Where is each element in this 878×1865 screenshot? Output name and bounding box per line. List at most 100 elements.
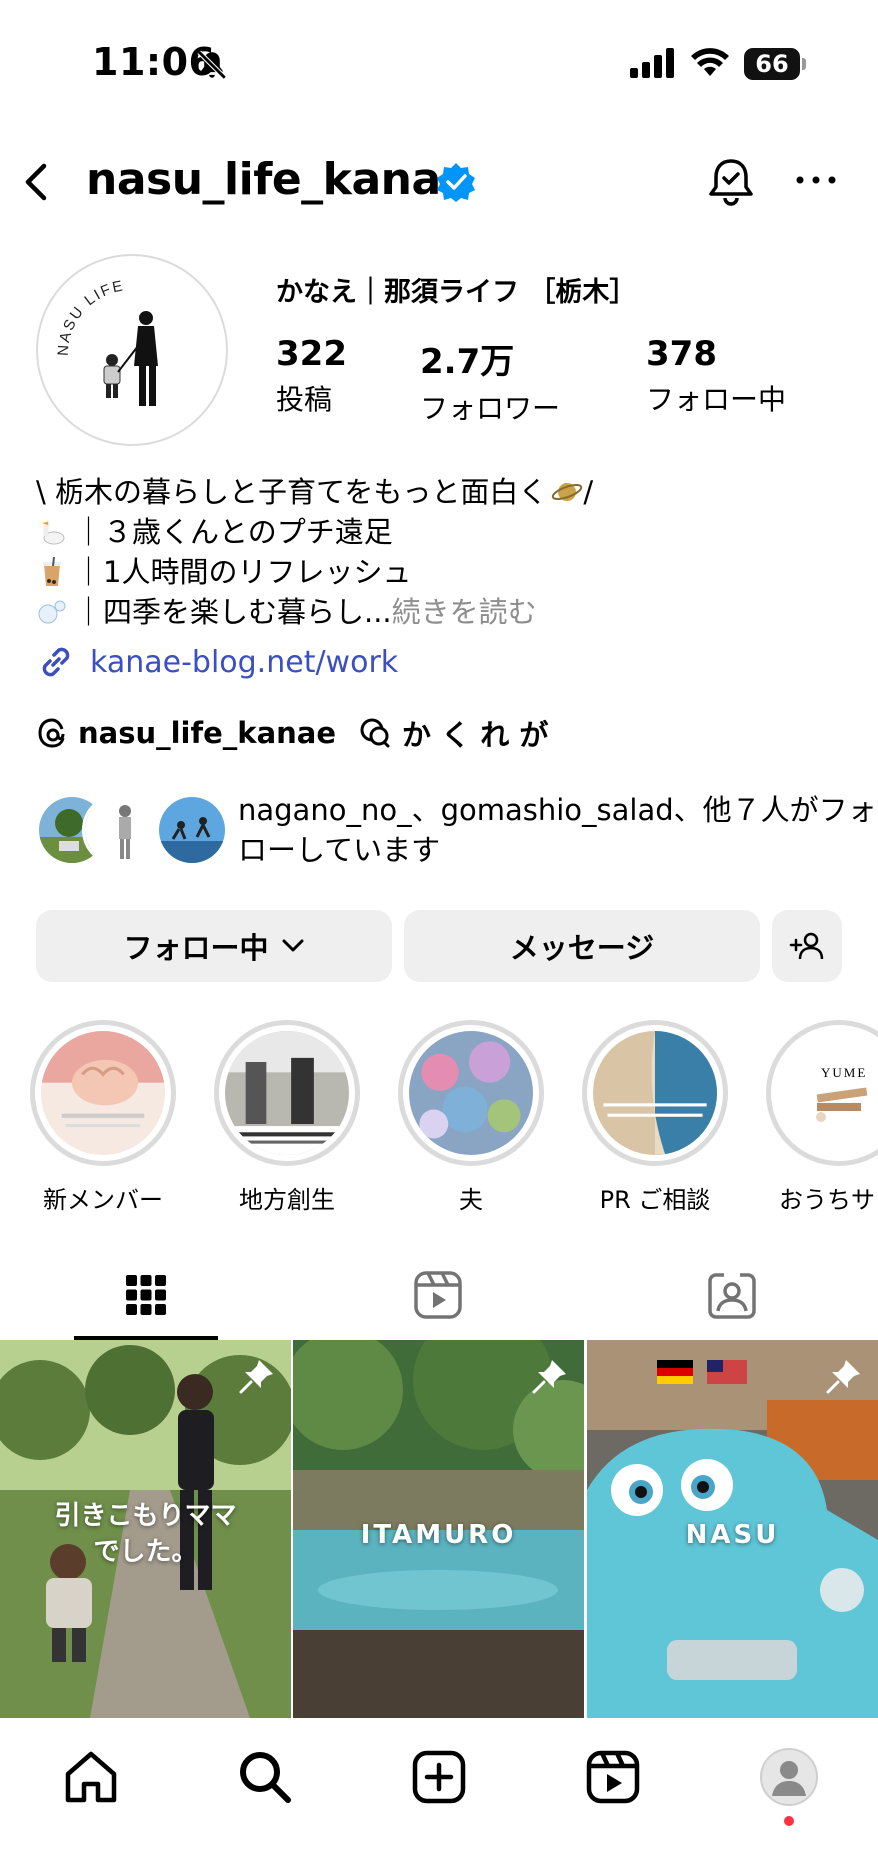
profile-actions: フォロー中 メッセージ [36,910,842,982]
reels-icon [414,1271,462,1319]
highlight-cover-text: YUME [821,1065,868,1080]
add-person-icon [789,932,824,960]
post-thumbnail[interactable]: NASU [587,1340,878,1718]
mutual-followers-text: nagano_no_、gomashio_salad、他７人がフォローしています [238,793,877,867]
highlight-label: 地方創生 [239,1186,335,1214]
profile-tabs [0,1250,878,1340]
reels-nav-icon[interactable] [582,1746,644,1808]
profile-bio: \ 栃木の暮らしと子育てをもっと面白く / ｜３歳くんとのプチ遠足 ｜1人時間の… [36,472,856,632]
tab-reels[interactable] [292,1250,584,1340]
bio-line: \ 栃木の暮らしと子育てをもっと面白く / [36,472,856,512]
mutual-followers[interactable]: nagano_no_、gomashio_salad、他７人がフォローしています [36,790,877,870]
mutual-avatar [156,794,228,866]
bio-line: ｜1人時間のリフレッシュ [36,552,856,592]
profile-header: nasu_life_kanae [0,140,878,220]
home-icon[interactable] [60,1746,122,1808]
threads-logo-icon[interactable] [36,717,68,749]
profile-link[interactable]: kanae-blog.net/work [36,642,398,682]
highlight-cover [225,1031,349,1155]
bubble-tea-emoji-icon [43,556,61,586]
message-button-label: メッセージ [509,931,655,965]
tab-tagged[interactable] [586,1250,878,1340]
status-bar: 11:06 66 [0,0,878,120]
post-thumbnail[interactable]: ITAMURO [293,1340,584,1718]
create-post-icon[interactable] [408,1746,470,1808]
highlight-cover [816,1087,868,1122]
pin-icon [239,1360,273,1394]
bio-line: ｜四季を楽しむ暮らし... 続きを読む [36,592,856,632]
post-caption: ITAMURO [360,1520,517,1550]
highlight-item[interactable]: 地方創生 [214,1020,360,1215]
bio-line-4: ｜四季を楽しむ暮らし... [74,595,392,629]
link-text[interactable]: kanae-blog.net/work [90,645,398,680]
threads-row: nasu_life_kanae か く れ が [36,712,548,754]
post-caption: 引きこもりママ でした。 [54,1501,237,1567]
bubbles-emoji-icon [38,600,66,624]
pin-icon [532,1360,566,1394]
stat-following[interactable]: 378 フォロー中 [646,334,786,418]
posts-count: 322 [276,334,347,374]
posts-grid: 引きこもりママ でした。 ITAMURO NASU [0,1340,878,1718]
highlight-item[interactable]: YUME おうちサロ [766,1020,878,1215]
mutual-avatar [82,794,154,866]
highlight-cover [409,1031,533,1155]
read-more-link[interactable]: 続きを読む [392,592,537,632]
bell-off-icon [197,50,227,80]
planet-emoji-icon [552,483,583,501]
svg-text:NASU LIFE: NASU LIFE [55,277,126,356]
post-caption: NASU [685,1520,780,1550]
notification-dot [784,1816,794,1826]
goose-emoji-icon [42,519,65,545]
message-button[interactable]: メッセージ [404,910,760,982]
battery-level: 66 [744,48,800,80]
stat-followers[interactable]: 2.7万 フォロワー [420,334,560,427]
highlight-cover [41,1031,165,1155]
display-name: かなえ｜那須ライフ ［栃木］ [276,277,637,308]
bio-line-2: ｜３歳くんとのプチ遠足 [74,515,393,549]
tagged-person-icon [708,1273,756,1319]
verified-badge-icon [437,163,475,202]
channel-icon [360,718,390,748]
profile-avatar[interactable]: NASU LIFE [36,254,228,446]
avatar-illustration: NASU LIFE [55,277,158,406]
following-label: フォロー中 [646,383,787,416]
posts-label: 投稿 [276,383,333,416]
pin-icon [826,1360,860,1394]
bio-line-3: ｜1人時間のリフレッシュ [74,555,412,589]
search-icon[interactable] [234,1746,296,1808]
bio-line-1-end: / [583,475,594,509]
stat-posts[interactable]: 322 投稿 [276,334,347,418]
highlight-item[interactable]: 新メンバー [30,1020,176,1215]
cellular-signal-icon [630,48,674,78]
suggested-users-button[interactable] [772,910,842,982]
battery-icon: 66 [744,48,806,80]
profile-username: nasu_life_kanae [86,154,471,205]
bottom-navigation [0,1718,878,1865]
highlight-item[interactable]: 夫 [398,1020,544,1215]
post-thumbnail[interactable]: 引きこもりママ でした。 [0,1340,291,1718]
followers-label: フォロワー [420,392,561,425]
highlight-label: 新メンバー [43,1186,163,1214]
tab-posts-grid[interactable] [0,1250,292,1340]
back-arrow-icon[interactable] [18,160,58,204]
avatar-text: NASU LIFE [55,277,124,356]
notification-bell-icon[interactable] [706,156,756,208]
channel-name[interactable]: か く れ が [402,712,548,754]
threads-handle[interactable]: nasu_life_kanae [78,716,336,750]
following-count: 378 [646,334,717,374]
chevron-down-icon [282,939,303,952]
highlight-label: 夫 [459,1186,483,1214]
bio-line-1: \ 栃木の暮らしと子育てをもっと面白く [36,475,548,509]
highlight-item[interactable]: PR ご相談 [582,1020,728,1215]
profile-avatar-icon[interactable] [758,1746,820,1808]
followers-count: 2.7万 [420,342,515,382]
story-highlights: 新メンバー 地方創生 夫 PR ご相談 YUME おうちサロ [0,1020,878,1220]
following-button[interactable]: フォロー中 [36,910,392,982]
highlight-label: PR ご相談 [599,1186,711,1214]
more-options-icon[interactable] [792,168,840,192]
highlight-label: おうちサロ [779,1186,878,1214]
bio-line: ｜３歳くんとのプチ遠足 [36,512,856,552]
link-icon [42,647,70,677]
wifi-icon [691,48,729,76]
grid-icon [126,1275,166,1315]
